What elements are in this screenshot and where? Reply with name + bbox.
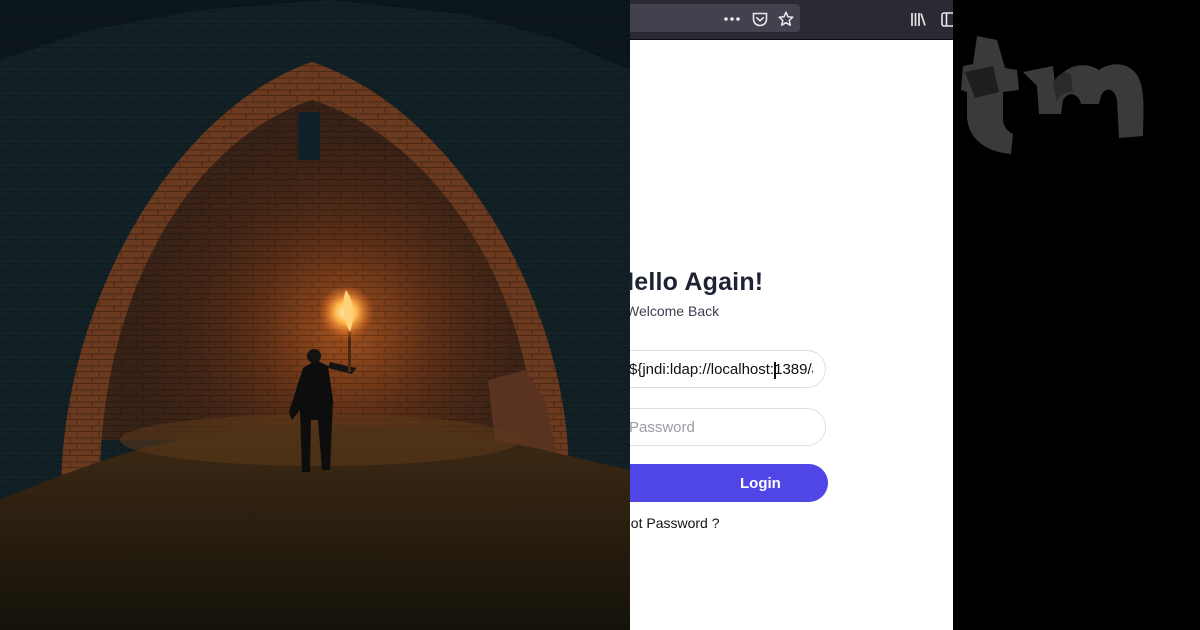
text-cursor (774, 362, 776, 379)
login-page: Hello Again! Welcome Back Login Forgot P… (630, 40, 953, 630)
pocket-icon[interactable] (750, 10, 770, 28)
login-heading: Hello Again! (630, 268, 764, 296)
email-field[interactable] (630, 350, 826, 388)
torch-arch-photo (0, 0, 630, 630)
bookmark-star-icon[interactable] (776, 9, 796, 29)
email-input[interactable] (630, 351, 825, 387)
sidebar-icon[interactable] (938, 9, 953, 29)
login-subheading: Welcome Back (630, 303, 720, 319)
logo-panel (953, 0, 1200, 630)
login-button[interactable]: Login (630, 464, 828, 502)
library-icon[interactable] (908, 9, 928, 29)
password-input[interactable] (630, 409, 825, 445)
more-options-icon[interactable] (722, 10, 742, 28)
url-bar[interactable] (630, 4, 800, 32)
browser-window: Hello Again! Welcome Back Login Forgot P… (630, 0, 953, 630)
password-field[interactable] (630, 408, 826, 446)
brand-logo-icon (961, 36, 1144, 154)
forgot-password-link[interactable]: Forgot Password ? (630, 515, 720, 531)
browser-toolbar (630, 0, 953, 40)
